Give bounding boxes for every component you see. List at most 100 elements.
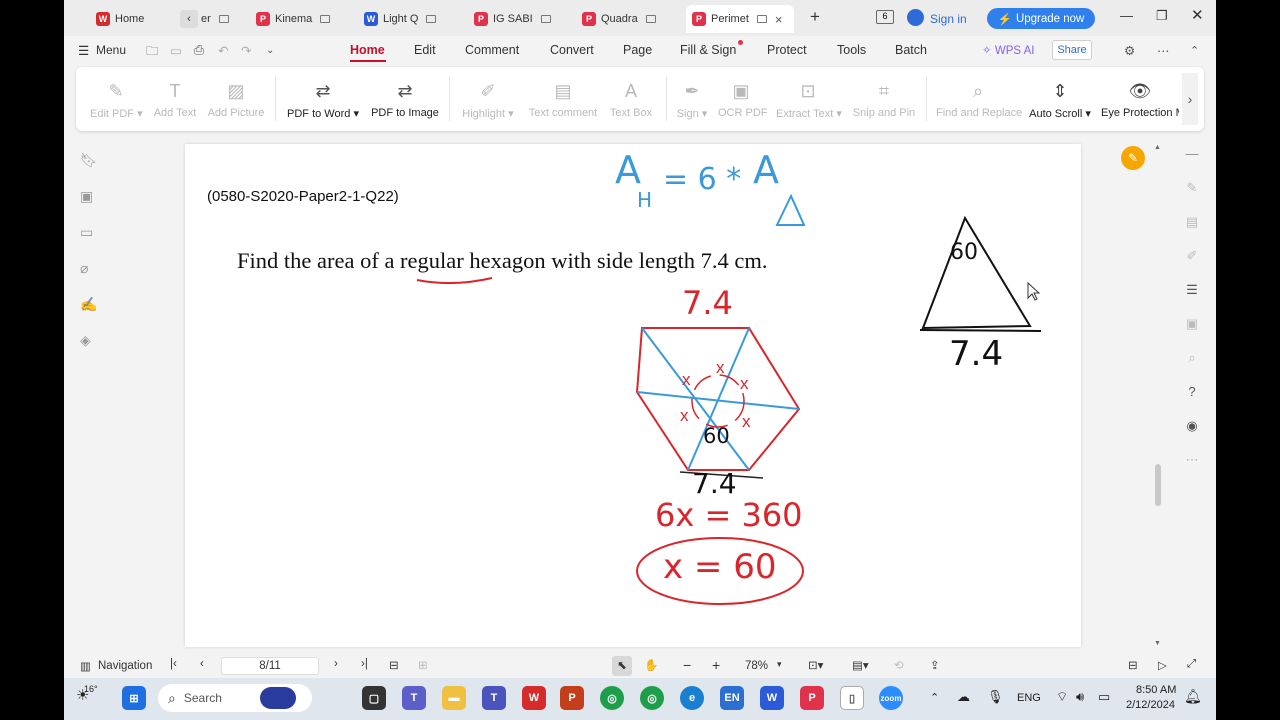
menu-page[interactable]: Page	[623, 43, 652, 57]
network-cloud-icon[interactable]: ☁	[957, 689, 970, 705]
play-icon[interactable]: ▷	[1158, 658, 1167, 672]
word-taskbar-icon[interactable]: W	[760, 686, 784, 710]
last-page-icon[interactable]: ›|	[361, 658, 368, 670]
more-icon[interactable]: ⋯	[1157, 43, 1170, 58]
menu-batch[interactable]: Batch	[895, 43, 927, 57]
user-avatar-icon[interactable]	[907, 9, 924, 26]
language-app-icon[interactable]: EN	[720, 686, 744, 710]
taskbar-search-box[interactable]: ⌕ Search	[158, 684, 312, 712]
hand-tool-icon[interactable]: ✋	[644, 658, 658, 672]
export-icon[interactable]: ⇪	[930, 658, 940, 672]
upgrade-button[interactable]: ⚡ Upgrade now	[987, 8, 1095, 29]
teams-chat-icon[interactable]: T	[402, 686, 426, 710]
collapse-panel-icon[interactable]: —	[1183, 146, 1201, 180]
blank-document-icon[interactable]: ▯	[840, 686, 864, 710]
find-replace-button[interactable]: ⌕ Find and Replace	[936, 79, 1022, 119]
highlight-button[interactable]: ✐ Highlight ▾	[460, 79, 516, 120]
image-panel-icon[interactable]: ▣	[1183, 316, 1201, 350]
close-tab-icon[interactable]: ×	[775, 12, 783, 27]
print-icon[interactable]: ⎙	[194, 43, 204, 58]
sign-button[interactable]: ✒ Sign ▾	[674, 79, 710, 120]
microphone-icon[interactable]: 🎙︎	[987, 689, 1004, 705]
wps-taskbar-icon[interactable]: W	[522, 686, 546, 710]
page-fit-icon[interactable]: ⊡▾	[808, 658, 823, 672]
save-icon[interactable]: ▭	[170, 43, 182, 58]
next-page-icon[interactable]: ›	[334, 658, 338, 670]
menu-protect[interactable]: Protect	[767, 43, 807, 57]
menu-home[interactable]: Home	[350, 43, 385, 57]
chevron-down-icon[interactable]: ⌄	[266, 45, 274, 56]
tab-perimet[interactable]: P Perimet ×	[686, 5, 794, 33]
tab-light-q[interactable]: W Light Q	[358, 5, 458, 33]
first-page-icon[interactable]: |‹	[170, 658, 177, 670]
restore-button[interactable]: ❐	[1156, 8, 1168, 24]
menu-button[interactable]: Menu	[96, 43, 126, 57]
open-folder-icon[interactable]: 🗀	[146, 42, 159, 63]
close-window-button[interactable]: ✕	[1191, 6, 1204, 24]
wifi-icon[interactable]: ⌔	[1056, 689, 1068, 705]
menu-comment[interactable]: Comment	[465, 43, 519, 57]
tab-collapsed[interactable]: ‹ er	[174, 5, 238, 33]
sign-panel-icon[interactable]: ✐	[1183, 248, 1201, 282]
chrome-profile-icon[interactable]: ◎	[640, 686, 664, 710]
text-comment-button[interactable]: ▤ Text comment	[528, 79, 598, 119]
wps-ai-button[interactable]: ✧ WPS AI	[982, 43, 1034, 57]
eye-protection-button[interactable]: 👁 Eye Protection M	[1101, 79, 1179, 119]
bookmark-icon[interactable]: 🔖︎	[80, 152, 100, 188]
sign-in-link[interactable]: Sign in	[930, 12, 967, 26]
layers-icon[interactable]: ◈	[80, 332, 100, 368]
minimize-button[interactable]: —	[1120, 8, 1133, 23]
attachment-icon[interactable]: ⌀	[80, 260, 100, 296]
fit-width-icon[interactable]: ⊞	[418, 658, 428, 672]
eye-panel-icon[interactable]: ◉	[1183, 418, 1201, 452]
vertical-scrollbar[interactable]: ▲ ▼	[1154, 144, 1161, 650]
zoom-level[interactable]: 78%	[745, 660, 768, 672]
share-button[interactable]: Share	[1052, 40, 1092, 60]
extract-text-button[interactable]: ⊡ Extract Text ▾	[776, 79, 842, 120]
windows-start-icon[interactable]: ⊞	[122, 686, 146, 710]
zoom-in-button[interactable]: +	[712, 657, 720, 673]
tray-chevron-icon[interactable]: ⌃	[930, 691, 939, 704]
pdf-to-image-button[interactable]: ⇄ PDF to Image	[370, 79, 440, 119]
text-box-button[interactable]: A Text Box	[608, 79, 654, 119]
edge-icon[interactable]: e	[680, 686, 704, 710]
ocr-pdf-button[interactable]: ▣ OCR PDF	[718, 79, 768, 119]
settings-icon[interactable]: ⚙	[1124, 43, 1135, 58]
teams-icon[interactable]: T	[482, 686, 506, 710]
powerpoint-icon[interactable]: P	[560, 686, 584, 710]
zoom-app-icon[interactable]: zoom	[879, 686, 903, 710]
navigation-icon[interactable]: ▥	[80, 659, 91, 673]
chrome-icon[interactable]: ◎	[600, 686, 624, 710]
add-text-button[interactable]: T Add Text	[152, 79, 198, 119]
select-tool-icon[interactable]: ⬉	[612, 656, 632, 676]
toolbar-scroll-right-button[interactable]: ›	[1182, 73, 1198, 125]
fit-page-icon[interactable]: ⊟	[389, 658, 399, 672]
volume-icon[interactable]: 🔊︎	[1076, 689, 1084, 705]
new-tab-button[interactable]: +	[810, 7, 820, 27]
zoom-out-button[interactable]: −	[683, 657, 691, 673]
menu-tools[interactable]: Tools	[837, 43, 866, 57]
menu-convert[interactable]: Convert	[550, 43, 594, 57]
task-view-icon[interactable]: ▢	[362, 686, 386, 710]
add-picture-button[interactable]: ▨ Add Picture	[206, 79, 266, 119]
tab-quadra[interactable]: P Quadra	[576, 5, 676, 33]
scrollbar-thumb[interactable]	[1155, 464, 1161, 506]
thumbnail-icon[interactable]: ▣	[80, 188, 100, 224]
menu-fill-sign[interactable]: Fill & Sign	[680, 43, 736, 57]
chevron-left-icon[interactable]: ‹	[180, 10, 198, 28]
menu-edit[interactable]: Edit	[414, 43, 436, 57]
rotate-icon[interactable]: ⟲	[894, 658, 904, 672]
clock-date[interactable]: 2/12/2024	[1126, 699, 1175, 711]
zoom-dropdown-icon[interactable]: ▾	[777, 659, 782, 670]
edit-pdf-button[interactable]: ✎ Edit PDF ▾	[90, 79, 143, 120]
navigation-button[interactable]: Navigation	[98, 660, 152, 672]
comment-icon[interactable]: ▭	[80, 224, 100, 260]
page-view-icon[interactable]: ▤▾	[852, 658, 869, 672]
collapse-ribbon-icon[interactable]: ⌃	[1190, 44, 1199, 57]
floating-edit-button[interactable]: ✎	[1121, 146, 1145, 170]
clock-time[interactable]: 8:50 AM	[1136, 684, 1176, 696]
document-panel-icon[interactable]: ▤	[1183, 214, 1201, 248]
undo-icon[interactable]: ↶	[218, 43, 228, 58]
page-number-input[interactable]: 8/11	[221, 657, 319, 675]
edit-panel-icon[interactable]: ✎	[1183, 180, 1201, 214]
